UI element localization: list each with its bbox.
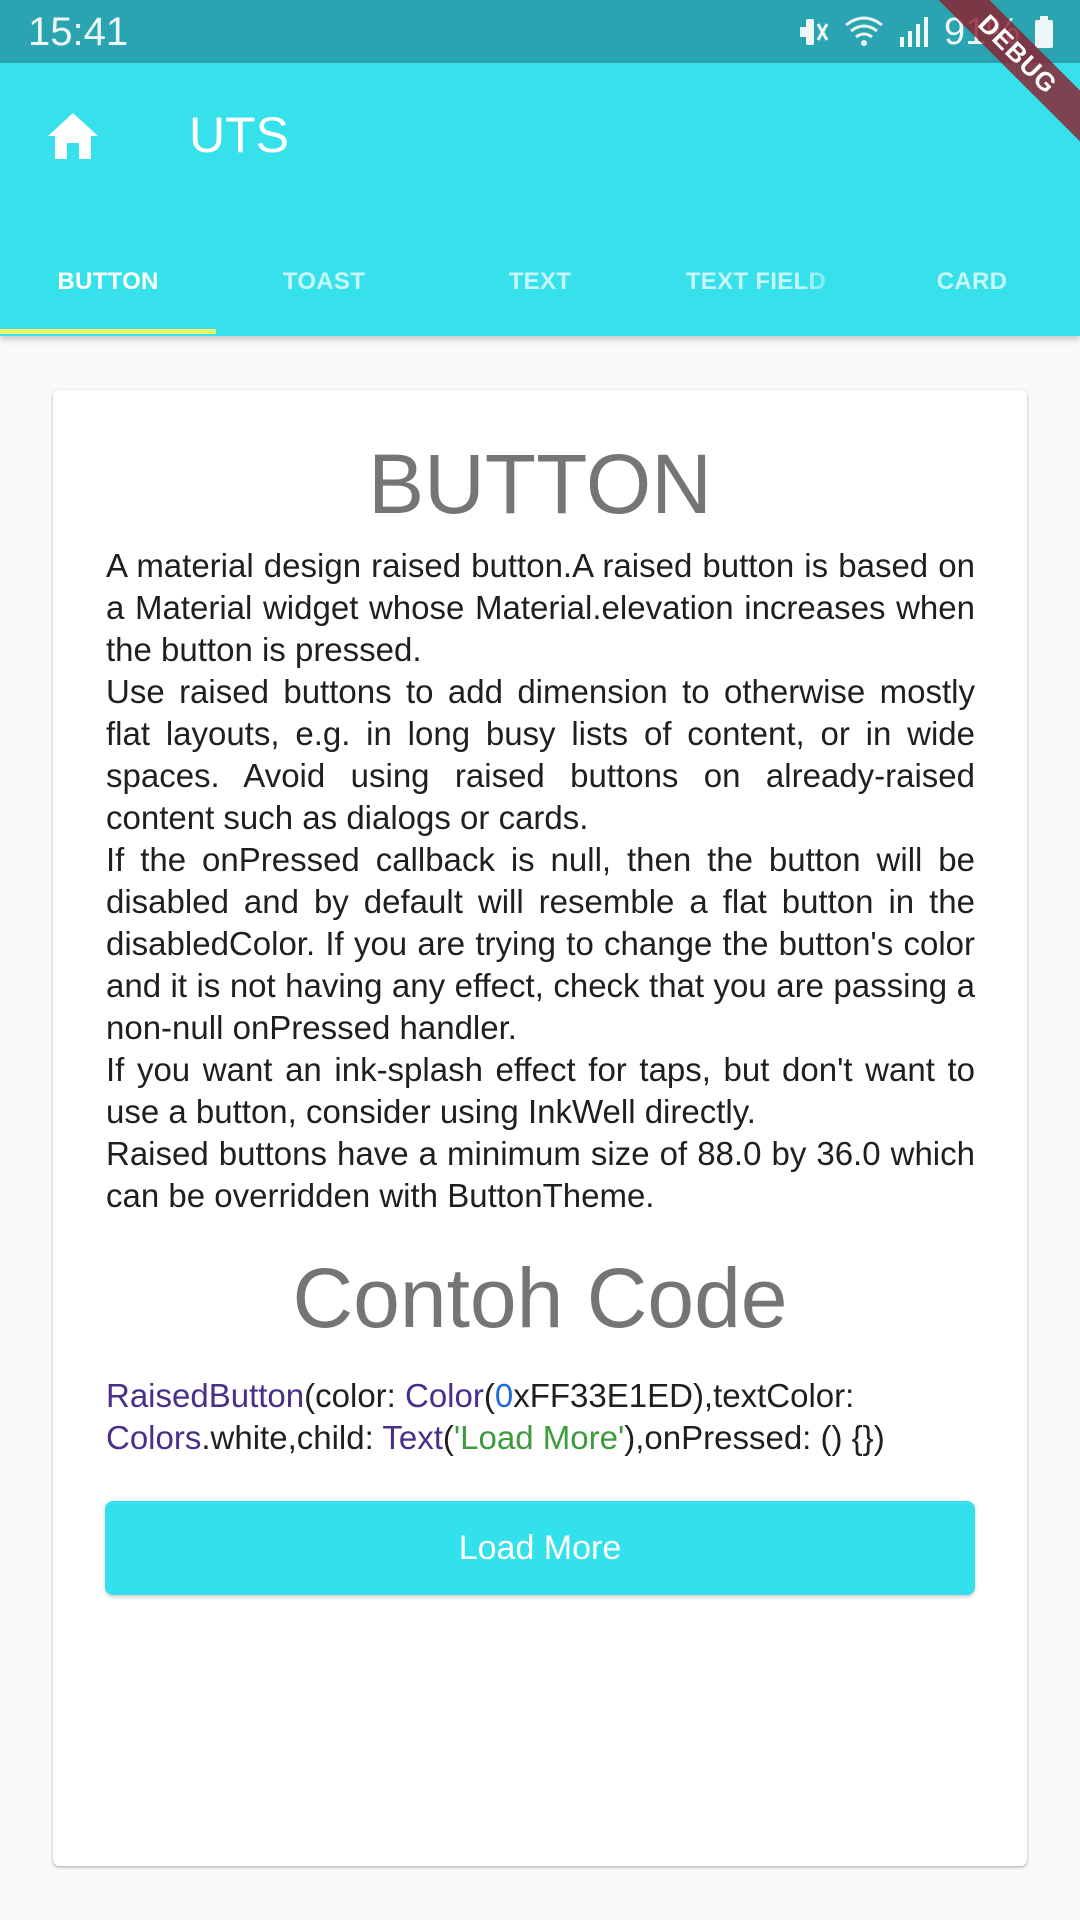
card-title: BUTTON: [368, 437, 712, 531]
tab-label: TEXT: [508, 269, 572, 295]
tab-label: BUTTON: [57, 269, 159, 295]
load-more-button[interactable]: Load More: [105, 1501, 975, 1595]
signal-icon: [898, 15, 930, 49]
home-icon[interactable]: [46, 111, 100, 161]
code-token: (color:: [304, 1377, 405, 1414]
description-paragraph: Raised buttons have a minimum size of 88…: [106, 1135, 975, 1214]
wifi-icon: [844, 15, 884, 49]
tab-label: TEXT FIELD: [685, 269, 827, 295]
tab-indicator: [0, 329, 216, 334]
description-paragraph: If you want an ink-splash effect for tap…: [106, 1051, 975, 1130]
code-token: ),onPressed: () {}): [624, 1419, 885, 1456]
tab-text[interactable]: TEXT: [432, 269, 648, 336]
code-token: xFF33E1ED),textColor:: [513, 1377, 855, 1414]
code-token: (: [483, 1377, 495, 1414]
code-token-class: Color: [405, 1377, 484, 1414]
app-title: UTS: [189, 107, 289, 163]
mute-icon: [796, 15, 830, 49]
tab-label: TOAST: [282, 269, 366, 295]
status-time: 15:41: [28, 10, 129, 54]
content-card: BUTTON A material design raised button.A…: [53, 390, 1027, 1866]
code-title: Contoh Code: [292, 1251, 788, 1345]
code-token-string: 'Load More': [453, 1419, 625, 1456]
description-paragraph: If the onPressed callback is null, then …: [106, 841, 975, 1046]
tab-button[interactable]: BUTTON: [0, 269, 216, 336]
code-token-class: Text: [382, 1419, 443, 1456]
description-paragraph: A material design raised button.A raised…: [106, 547, 975, 668]
tab-bar: BUTTON TOAST TEXT TEXT FIELD CARD: [0, 269, 1080, 336]
status-bar: 15:41 91%: [0, 0, 1080, 63]
card-description: A material design raised button.A raised…: [106, 545, 975, 1217]
battery-icon: [1034, 15, 1054, 49]
description-paragraph: Use raised buttons to add dimension to o…: [106, 673, 975, 836]
tab-card[interactable]: CARD: [864, 269, 1080, 336]
tab-text-field[interactable]: TEXT FIELD: [648, 269, 864, 336]
code-token-class: RaisedButton: [106, 1377, 305, 1414]
code-token: .white,child:: [201, 1419, 383, 1456]
code-sample: RaisedButton(color: Color(0xFF33E1ED),te…: [106, 1375, 986, 1459]
code-token-number: 0: [494, 1377, 514, 1414]
tab-toast[interactable]: TOAST: [216, 269, 432, 336]
app-bar: UTS BUTTON TOAST TEXT TEXT FIELD CARD: [0, 63, 1080, 336]
code-token-class: Colors: [106, 1419, 202, 1456]
tab-label: CARD: [936, 269, 1008, 295]
code-token: (: [442, 1419, 454, 1456]
